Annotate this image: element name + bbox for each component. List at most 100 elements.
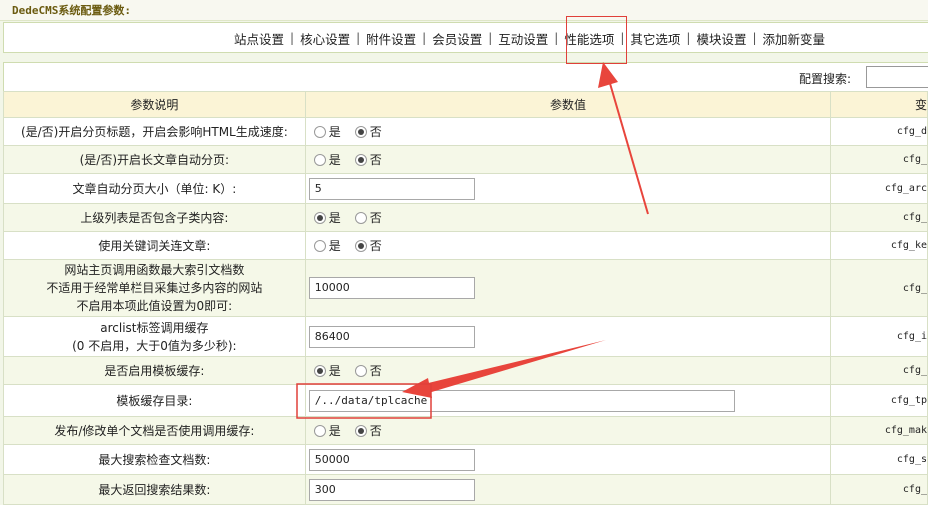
table-row: 上级列表是否包含子类内容: 是 否 cfg_ (3, 203, 928, 232)
tab-separator: | (686, 31, 691, 45)
radio-no[interactable] (354, 153, 367, 166)
tab-highlight-box (566, 16, 627, 64)
row-desc-line: 不启用本项此值设置为0即可: (76, 299, 233, 313)
page-title: DedeCMS系统配置参数: (12, 4, 131, 17)
text-input[interactable]: 86400 (308, 325, 475, 348)
row-desc: 上级列表是否包含子类内容: (3, 203, 306, 232)
text-input[interactable]: 50000 (308, 448, 475, 471)
radio-no-label: 否 (369, 153, 382, 167)
header-param-value: 参数值 (304, 91, 832, 118)
tab-separator: | (290, 31, 295, 45)
table-row: 文章自动分页大小（单位: K）: 5 cfg_arc (3, 173, 928, 204)
text-input[interactable]: 5 (308, 177, 475, 200)
tab-module-settings[interactable]: 模块设置 (696, 29, 746, 48)
config-search-label: 配置搜索: (799, 72, 852, 86)
row-desc: (是/否)开启长文章自动分页: (3, 145, 306, 174)
radio-yes[interactable] (313, 364, 326, 377)
text-input[interactable]: 10000 (308, 277, 475, 299)
header-param-desc: 参数说明 (3, 91, 306, 118)
row-desc: arclist标签调用缓存 (0 不启用，大于0值为多少秒): (3, 316, 306, 357)
tab-separator: | (356, 31, 361, 45)
radio-no-label: 否 (369, 239, 382, 253)
tab-attachment-settings[interactable]: 附件设置 (366, 29, 416, 48)
row-var-name: cfg_mak (830, 416, 928, 445)
top-bar: DedeCMS系统配置参数: (0, 0, 928, 21)
config-search-input[interactable] (866, 66, 928, 88)
tab-list: 站点设置 | 核心设置 | 附件设置 | 会员设置 | 互动设置 | 性能选项 | 其它选项… (234, 29, 825, 47)
template-cache-dir-input[interactable]: /../data/tplcache (308, 389, 735, 412)
radio-yes-label: 是 (328, 211, 341, 225)
row-value: 10000 (304, 259, 832, 317)
row-desc: (是/否)开启分页标题，开启会影响HTML生成速度: (3, 117, 306, 146)
radio-yes-label: 是 (328, 239, 341, 253)
row-value: /../data/tplcache (304, 384, 832, 417)
radio-no-label: 否 (369, 125, 382, 139)
table-row: 模板缓存目录: /../data/tplcache cfg_tp (3, 384, 928, 417)
radio-yes-label: 是 (328, 364, 341, 378)
config-search-bar: 配置搜索: (3, 62, 928, 93)
row-desc: 使用关键词关连文章: (3, 231, 306, 260)
radio-no[interactable] (354, 211, 367, 224)
radio-yes-label: 是 (328, 153, 341, 167)
table-header-row: 参数说明 参数值 变 (3, 91, 928, 118)
radio-yes[interactable] (313, 153, 326, 166)
row-var-name: cfg_ (830, 145, 928, 174)
settings-tab-bar: 站点设置 | 核心设置 | 附件设置 | 会员设置 | 互动设置 | 性能选项 | 其它选项… (3, 22, 928, 53)
row-value: 是 否 (304, 117, 832, 146)
row-value: 是 否 (304, 231, 832, 260)
table-row: 发布/修改单个文档是否使用调用缓存: 是 否 cfg_mak (3, 416, 928, 445)
row-value: 是 否 (304, 145, 832, 174)
row-var-name: cfg_ (830, 259, 928, 317)
radio-no[interactable] (354, 424, 367, 437)
row-var-name: cfg_s (830, 444, 928, 475)
radio-yes[interactable] (313, 239, 326, 252)
row-value: 是 否 (304, 203, 832, 232)
table-row: 最大搜索检查文档数: 50000 cfg_s (3, 444, 928, 475)
radio-no-label: 否 (369, 424, 382, 438)
table-row: (是/否)开启分页标题，开启会影响HTML生成速度: 是 否 cfg_d (3, 117, 928, 146)
tab-add-variable[interactable]: 添加新变量 (763, 29, 826, 48)
tab-member-settings[interactable]: 会员设置 (432, 29, 482, 48)
row-desc: 是否启用模板缓存: (3, 356, 306, 385)
table-row: arclist标签调用缓存 (0 不启用，大于0值为多少秒): 86400 cf… (3, 316, 928, 357)
row-var-name: cfg_tp (830, 384, 928, 417)
row-var-name: cfg_ (830, 356, 928, 385)
tab-separator: | (554, 31, 559, 45)
row-desc-line: 网站主页调用函数最大索引文档数 (64, 263, 245, 277)
radio-no[interactable] (354, 239, 367, 252)
config-table: 参数说明 参数值 变 (是/否)开启分页标题，开启会影响HTML生成速度: 是 … (3, 91, 928, 505)
radio-no[interactable] (354, 125, 367, 138)
row-desc: 发布/修改单个文档是否使用调用缓存: (3, 416, 306, 445)
row-value: 86400 (304, 316, 832, 357)
radio-yes-label: 是 (328, 125, 341, 139)
header-variable: 变 (830, 91, 928, 118)
radio-no-label: 否 (369, 211, 382, 225)
radio-yes[interactable] (313, 211, 326, 224)
row-var-name: cfg_ (830, 203, 928, 232)
row-desc: 文章自动分页大小（单位: K）: (3, 173, 306, 204)
row-value: 是 否 (304, 356, 832, 385)
row-desc: 模板缓存目录: (3, 384, 306, 417)
row-desc-line: (0 不启用，大于0值为多少秒): (72, 338, 237, 353)
table-row: 网站主页调用函数最大索引文档数 不适用于经常单栏目采集过多内容的网站 不启用本项… (3, 259, 928, 317)
row-value: 是 否 (304, 416, 832, 445)
tab-separator: | (422, 31, 427, 45)
row-desc: 最大搜索检查文档数: (3, 444, 306, 475)
radio-no[interactable] (354, 364, 367, 377)
radio-no-label: 否 (369, 364, 382, 378)
row-var-name: cfg_ke (830, 231, 928, 260)
tab-interaction-settings[interactable]: 互动设置 (498, 29, 548, 48)
tab-separator: | (488, 31, 493, 45)
radio-yes-label: 是 (328, 424, 341, 438)
row-desc: 网站主页调用函数最大索引文档数 不适用于经常单栏目采集过多内容的网站 不启用本项… (3, 259, 306, 317)
row-value: 5 (304, 173, 832, 204)
tab-separator: | (752, 31, 757, 45)
radio-yes[interactable] (313, 125, 326, 138)
tab-site-settings[interactable]: 站点设置 (234, 29, 284, 48)
row-desc-line: arclist标签调用缓存 (100, 320, 209, 335)
tab-core-settings[interactable]: 核心设置 (300, 29, 350, 48)
table-row: 使用关键词关连文章: 是 否 cfg_ke (3, 231, 928, 260)
tab-other-options[interactable]: 其它选项 (630, 29, 680, 48)
radio-yes[interactable] (313, 424, 326, 437)
table-row: (是/否)开启长文章自动分页: 是 否 cfg_ (3, 145, 928, 174)
